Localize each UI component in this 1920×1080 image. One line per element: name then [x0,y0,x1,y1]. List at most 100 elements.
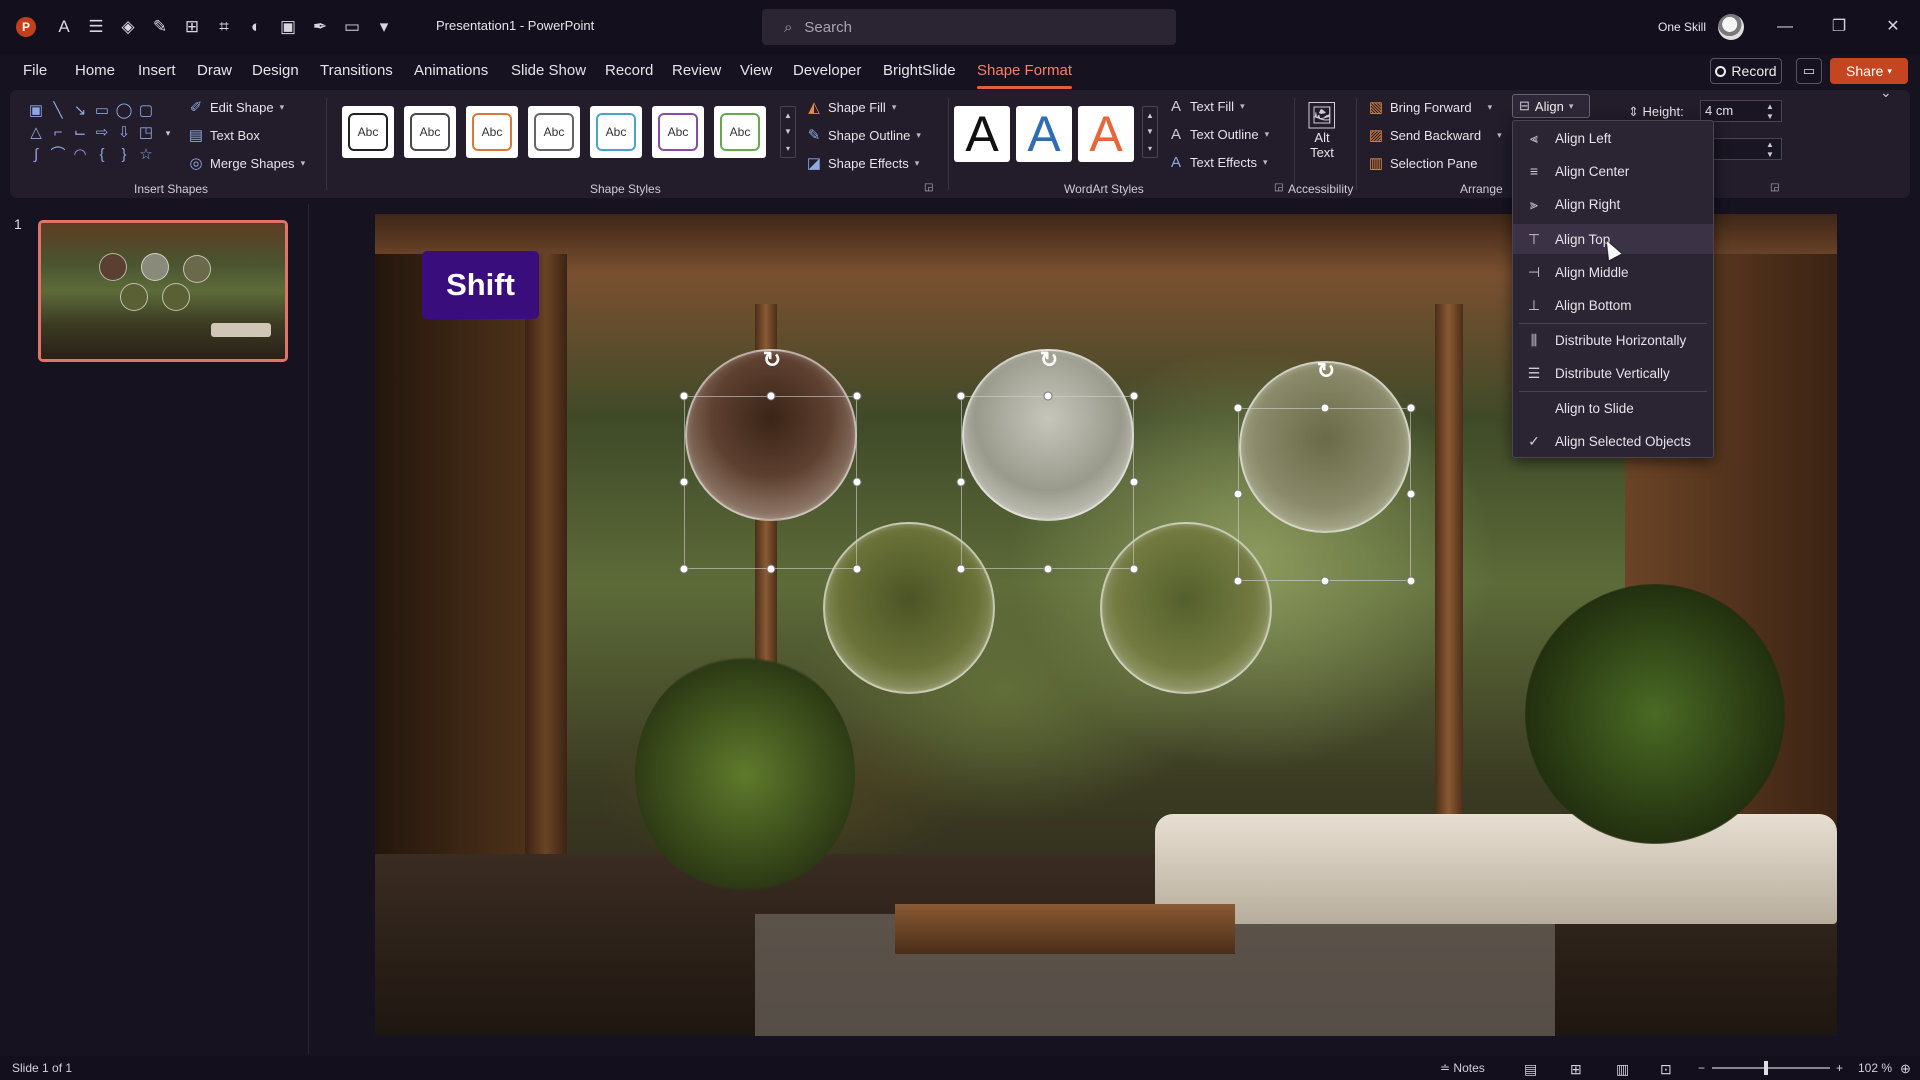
menu-item-align-to-slide[interactable]: Align to Slide [1513,393,1713,423]
zoom-slider-thumb[interactable] [1764,1061,1768,1075]
shape-style-preset-4[interactable]: Abc [528,106,580,158]
resize-handle[interactable] [852,564,862,574]
record-button[interactable]: Record [1710,58,1782,84]
restore-button[interactable]: ❐ [1824,14,1854,40]
resize-handle[interactable] [766,564,776,574]
shape-style-preset-2[interactable]: Abc [404,106,456,158]
menu-item-align-bottom[interactable]: ⊥ Align Bottom [1513,290,1713,320]
right-arrow-shape-icon[interactable]: ⇨ [92,124,112,142]
resize-handle[interactable] [1406,576,1416,586]
resize-handle[interactable] [1233,403,1243,413]
screen-icon[interactable]: ▭ [338,14,366,40]
paragraph-icon[interactable]: ☰ [82,14,110,40]
resize-handle[interactable] [679,391,689,401]
search-box[interactable]: ⌕ [762,9,1176,45]
slide-show-icon[interactable]: ⊡ [1660,1061,1672,1078]
zoom-in-icon[interactable]: + [1836,1061,1843,1075]
resize-handle[interactable] [1406,403,1416,413]
align-button[interactable]: ⊟ Align ▾ [1512,94,1590,118]
collapse-ribbon-icon[interactable]: ⌄ [1880,84,1892,101]
resize-handle[interactable] [1043,391,1053,401]
customize-qat-icon[interactable]: ▾ [370,14,398,40]
shape-styles-launcher-icon[interactable]: ◲ [924,182,933,193]
text-outline-button[interactable]: A Text Outline ▾ [1168,126,1269,143]
fill-icon[interactable]: ◐ [242,14,270,40]
tab-developer[interactable]: Developer [793,62,861,79]
menu-item-align-selected-objects[interactable]: ✓ Align Selected Objects [1513,426,1713,456]
text-box-button[interactable]: ▤ Text Box [188,126,260,144]
shape-outline-button[interactable]: ✎ Shape Outline ▾ [806,126,921,144]
right-brace-shape-icon[interactable]: } [114,146,134,164]
rotate-handle-icon[interactable]: ↻ [1037,348,1061,372]
reading-view-icon[interactable]: ▥ [1616,1061,1629,1078]
wordart-preset-orange[interactable]: A [1078,106,1134,162]
resize-handle[interactable] [852,391,862,401]
send-backward-button[interactable]: ▨ Send Backward ▾ [1368,126,1502,144]
shape-fill-button[interactable]: ◭ Shape Fill ▾ [806,98,896,116]
wordart-gallery-scroll[interactable]: ▲ ▼ ▾ [1142,106,1158,158]
shape-style-preset-1[interactable]: Abc [342,106,394,158]
menu-item-align-left[interactable]: ⫷ Align Left [1513,123,1713,153]
tab-record[interactable]: Record [605,62,653,79]
bring-forward-button[interactable]: ▧ Bring Forward ▾ [1368,98,1492,116]
resize-handle[interactable] [852,477,862,487]
shape-style-preset-7[interactable]: Abc [714,106,766,158]
arrow-line-shape-icon[interactable]: ↘ [70,102,90,120]
avatar[interactable] [1718,14,1744,40]
tab-file[interactable]: File [23,62,47,79]
merge-shapes-button[interactable]: ◎ Merge Shapes ▾ [188,154,305,172]
resize-handle[interactable] [1320,576,1330,586]
tab-animations[interactable]: Animations [414,62,488,79]
resize-handle[interactable] [1043,564,1053,574]
textbox-shape-icon[interactable]: ▣ [26,102,46,120]
menu-item-align-right[interactable]: ⫸ Align Right [1513,189,1713,219]
resize-handle[interactable] [956,391,966,401]
resize-handle[interactable] [679,564,689,574]
left-brace-shape-icon[interactable]: { [92,146,112,164]
resize-handle[interactable] [956,564,966,574]
resize-handle[interactable] [766,391,776,401]
edit-shape-button[interactable]: ✐ Edit Shape ▾ [188,98,284,116]
width-spinner[interactable]: ▲ ▼ [1766,140,1774,160]
zoom-out-icon[interactable]: − [1698,1061,1705,1075]
wordart-preset-blue[interactable]: A [1016,106,1072,162]
down-arrow-shape-icon[interactable]: ⇩ [114,124,134,142]
zoom-slider[interactable] [1712,1061,1830,1075]
tab-home[interactable]: Home [75,62,115,79]
tab-transitions[interactable]: Transitions [320,62,393,79]
menu-item-distribute-vertically[interactable]: ☰ Distribute Vertically [1513,358,1713,388]
resize-handle[interactable] [1129,564,1139,574]
line-shape-icon[interactable]: ╲ [48,102,68,120]
rotate-handle-icon[interactable]: ↻ [760,348,784,372]
tab-design[interactable]: Design [252,62,299,79]
resize-handle[interactable] [956,477,966,487]
shape-style-preset-5[interactable]: Abc [590,106,642,158]
tab-review[interactable]: Review [672,62,721,79]
resize-handle[interactable] [679,477,689,487]
rotate-handle-icon[interactable]: ↻ [1314,359,1338,383]
size-launcher-icon[interactable]: ◲ [1770,182,1779,193]
menu-item-align-middle[interactable]: ⊣ Align Middle [1513,257,1713,287]
text-effects-button[interactable]: A Text Effects ▾ [1168,154,1268,171]
alt-text-button[interactable]: 🖼 Alt Text [1302,100,1342,170]
callout-shape-icon[interactable]: ◳ [136,124,156,142]
picture-icon[interactable]: ▣ [274,14,302,40]
align-icon[interactable]: ⊞ [178,14,206,40]
selection-pane-button[interactable]: ▥ Selection Pane [1368,154,1478,172]
eyedropper-icon[interactable]: ✒ [306,14,334,40]
resize-handle[interactable] [1129,477,1139,487]
resize-handle[interactable] [1129,391,1139,401]
menu-item-align-center[interactable]: ≡ Align Center [1513,156,1713,186]
shapes-icon[interactable]: ◈ [114,14,142,40]
triangle-shape-icon[interactable]: △ [26,124,46,142]
tab-view[interactable]: View [740,62,772,79]
search-input[interactable] [804,18,1125,36]
height-spinner[interactable]: ▲ ▼ [1766,102,1774,122]
shape-style-preset-3[interactable]: Abc [466,106,518,158]
close-button[interactable]: ✕ [1878,14,1908,40]
shape-style-preset-6[interactable]: Abc [652,106,704,158]
rounded-rectangle-shape-icon[interactable]: ▢ [136,102,156,120]
arc-shape-icon[interactable]: ◠ [70,146,90,164]
comments-icon[interactable]: ▭ [1796,58,1822,84]
elbow-connector-shape-icon[interactable]: ⌙ [70,124,90,142]
